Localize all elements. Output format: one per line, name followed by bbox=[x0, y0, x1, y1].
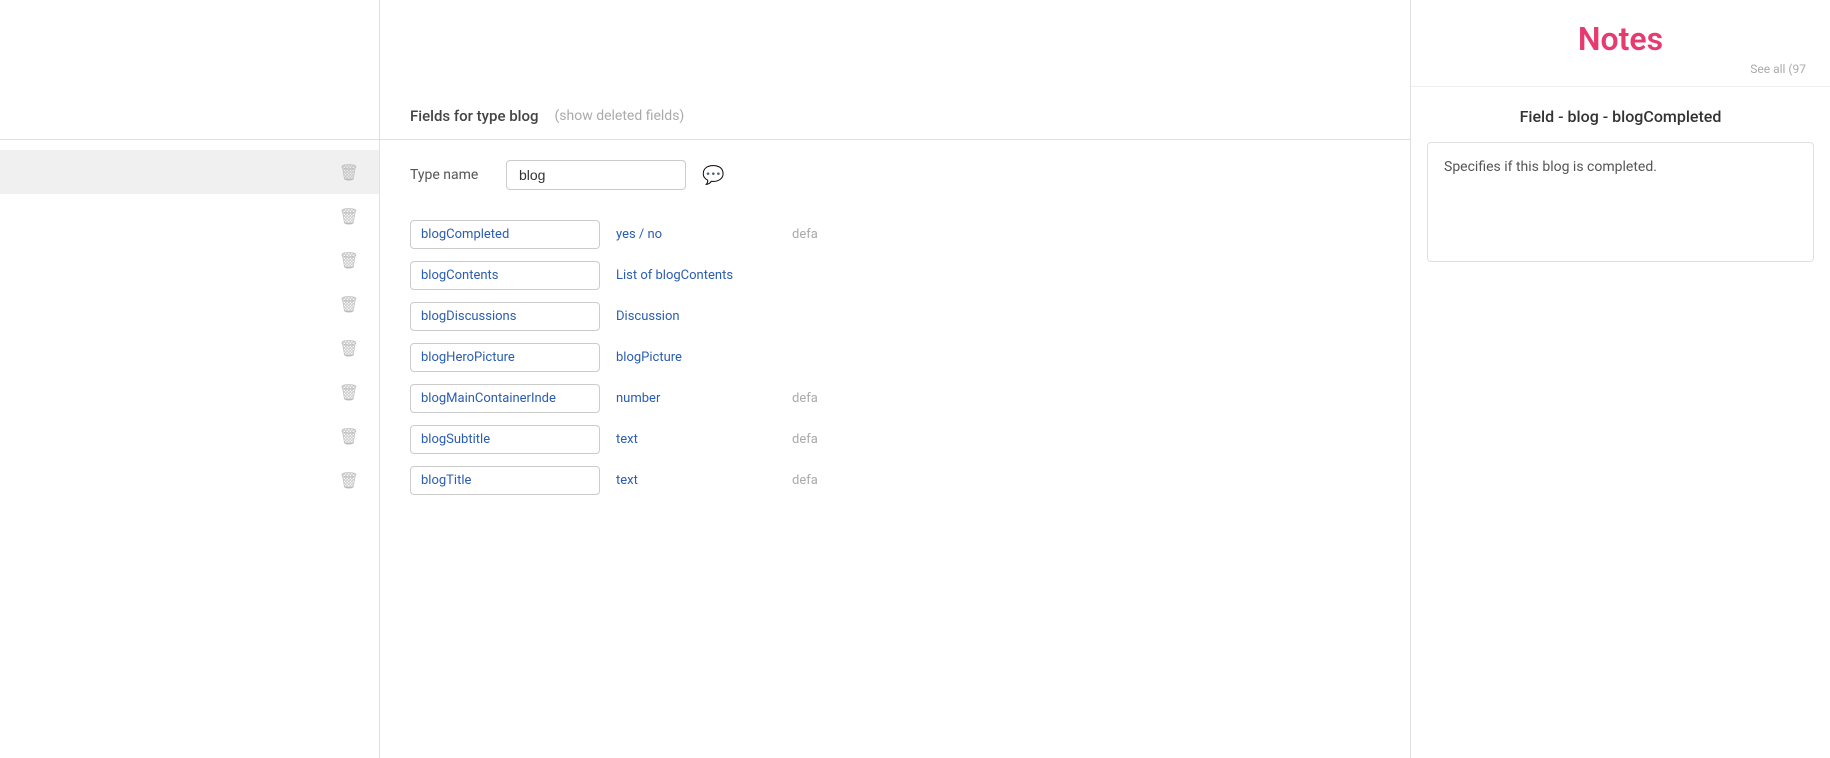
fields-title: Fields for type blog bbox=[410, 107, 538, 125]
field-row-blogDiscussions: blogDiscussions Discussion bbox=[410, 296, 1380, 337]
field-default-blogCompleted: defa bbox=[792, 227, 818, 242]
field-name-blogDiscussions[interactable]: blogDiscussions bbox=[410, 302, 600, 331]
left-content: 🗑 🗑 🗑 🗑 🗑 🗑 🗑 bbox=[0, 140, 379, 758]
sidebar-row: 🗑 bbox=[0, 194, 379, 238]
sidebar-list: 🗑 🗑 🗑 🗑 🗑 🗑 🗑 bbox=[0, 140, 379, 512]
type-name-label: Type name bbox=[410, 167, 490, 183]
trash-icon[interactable]: 🗑 bbox=[339, 339, 359, 358]
field-default-blogSubtitle: defa bbox=[792, 432, 818, 447]
left-top-bar bbox=[0, 0, 379, 140]
main-content-area: Fields for type blog (show deleted field… bbox=[380, 0, 1410, 758]
fields-header: Fields for type blog (show deleted field… bbox=[410, 107, 684, 139]
field-name-blogContents[interactable]: blogContents bbox=[410, 261, 600, 290]
field-default-blogMainContainerInde: defa bbox=[792, 391, 818, 406]
field-default-blogTitle: defa bbox=[792, 473, 818, 488]
sidebar-row: 🗑 bbox=[0, 326, 379, 370]
field-row-blogHeroPicture: blogHeroPicture blogPicture bbox=[410, 337, 1380, 378]
field-name-blogCompleted[interactable]: blogCompleted bbox=[410, 220, 600, 249]
notes-content-box: Specifies if this blog is completed. bbox=[1427, 142, 1814, 262]
type-name-row: Type name 💬 bbox=[410, 160, 1380, 190]
sidebar-row: 🗑 bbox=[0, 370, 379, 414]
field-type-blogContents: List of blogContents bbox=[616, 268, 776, 283]
notes-see-all-link[interactable]: See all (97 bbox=[1431, 62, 1810, 76]
trash-icon[interactable]: 🗑 bbox=[339, 383, 359, 402]
trash-icon[interactable]: 🗑 bbox=[339, 295, 359, 314]
comment-icon[interactable]: 💬 bbox=[702, 165, 724, 186]
field-name-blogHeroPicture[interactable]: blogHeroPicture bbox=[410, 343, 600, 372]
field-type-blogHeroPicture: blogPicture bbox=[616, 350, 776, 365]
type-name-input[interactable] bbox=[506, 160, 686, 190]
trash-icon[interactable]: 🗑 bbox=[339, 207, 359, 226]
fields-list: blogCompleted yes / no defa blogContents… bbox=[410, 214, 1380, 501]
field-name-blogTitle[interactable]: blogTitle bbox=[410, 466, 600, 495]
sidebar-row: 🗑 bbox=[0, 414, 379, 458]
field-row-blogContents: blogContents List of blogContents bbox=[410, 255, 1380, 296]
trash-icon[interactable]: 🗑 bbox=[339, 163, 359, 182]
notes-description: Specifies if this blog is completed. bbox=[1444, 157, 1797, 178]
trash-icon[interactable]: 🗑 bbox=[339, 427, 359, 446]
field-name-blogMainContainerInde[interactable]: blogMainContainerInde bbox=[410, 384, 600, 413]
trash-icon[interactable]: 🗑 bbox=[339, 471, 359, 490]
notes-panel: Notes See all (97 Field - blog - blogCom… bbox=[1410, 0, 1830, 758]
field-row-blogSubtitle: blogSubtitle text defa bbox=[410, 419, 1380, 460]
field-row-blogMainContainerInde: blogMainContainerInde number defa bbox=[410, 378, 1380, 419]
field-type-blogDiscussions: Discussion bbox=[616, 309, 776, 324]
trash-icon[interactable]: 🗑 bbox=[339, 251, 359, 270]
notes-header: Notes See all (97 bbox=[1411, 0, 1830, 87]
notes-field-title: Field - blog - blogCompleted bbox=[1411, 87, 1830, 142]
field-type-blogTitle: text bbox=[616, 473, 776, 488]
sidebar-row: 🗑 bbox=[0, 282, 379, 326]
field-type-blogMainContainerInde: number bbox=[616, 391, 776, 406]
left-sidebar: 🗑 🗑 🗑 🗑 🗑 🗑 🗑 bbox=[0, 0, 380, 758]
field-type-blogSubtitle: text bbox=[616, 432, 776, 447]
field-type-blogCompleted: yes / no bbox=[616, 227, 776, 242]
sidebar-row: 🗑 bbox=[0, 238, 379, 282]
field-row-blogTitle: blogTitle text defa bbox=[410, 460, 1380, 501]
sidebar-row: 🗑 bbox=[0, 458, 379, 502]
field-row-blogCompleted: blogCompleted yes / no defa bbox=[410, 214, 1380, 255]
show-deleted-link[interactable]: (show deleted fields) bbox=[554, 108, 684, 124]
sidebar-row: 🗑 bbox=[0, 150, 379, 194]
notes-title: Notes bbox=[1431, 20, 1810, 58]
fields-body: Type name 💬 blogCompleted yes / no defa … bbox=[380, 140, 1410, 758]
field-name-blogSubtitle[interactable]: blogSubtitle bbox=[410, 425, 600, 454]
main-top-bar: Fields for type blog (show deleted field… bbox=[380, 0, 1410, 140]
